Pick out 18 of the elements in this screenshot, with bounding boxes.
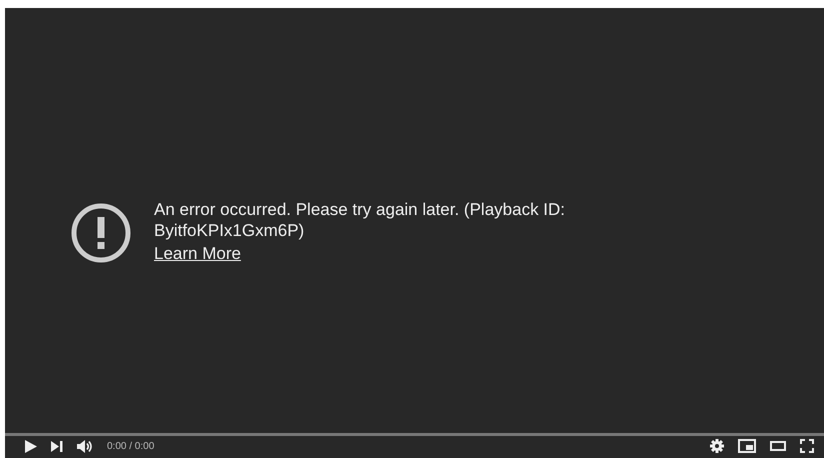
volume-icon [77,440,93,452]
error-message: An error occurred. Please try again later. (Playback ID: ByitfoKPIx1Gxm6P) [154,199,566,242]
theater-mode-icon [770,441,786,451]
error-icon [70,202,132,264]
next-icon [51,440,63,452]
theater-mode-button[interactable] [770,441,786,451]
fullscreen-button[interactable] [800,439,814,453]
miniplayer-button[interactable] [738,439,756,453]
miniplayer-icon [738,439,756,453]
learn-more-link[interactable]: Learn More [154,241,644,267]
volume-button[interactable] [77,440,93,452]
settings-icon [710,439,724,453]
fullscreen-icon [800,439,814,453]
play-icon [25,440,37,452]
time-display: 0:00 / 0:00 [107,440,154,454]
play-button[interactable] [25,440,37,452]
settings-button[interactable] [710,439,724,453]
next-button[interactable] [51,440,63,452]
